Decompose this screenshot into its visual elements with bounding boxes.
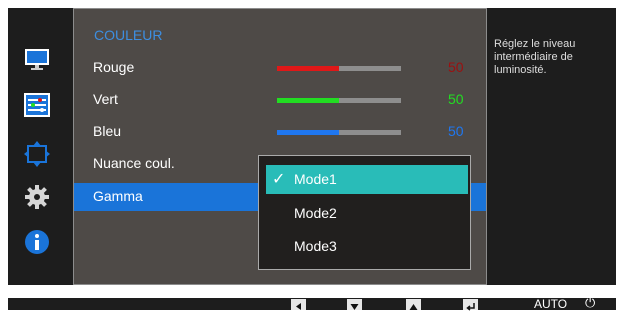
left-arrow-icon[interactable]	[291, 299, 306, 310]
power-icon[interactable]: ⏻	[585, 295, 595, 311]
monitor-icon[interactable]	[23, 46, 51, 74]
row-label: Nuance coul.	[93, 155, 175, 171]
row-label: Bleu	[93, 123, 122, 139]
information-icon[interactable]	[23, 228, 51, 256]
gamma-option-mode2[interactable]: Mode2	[266, 199, 468, 228]
blue-value: 50	[448, 123, 464, 139]
category-icon-column	[8, 8, 73, 285]
auto-button[interactable]: AUTO	[534, 297, 567, 311]
red-slider[interactable]	[277, 66, 401, 71]
gamma-option-mode3[interactable]: Mode3	[266, 232, 468, 261]
option-label: Mode1	[294, 171, 337, 187]
option-label: Mode2	[294, 205, 337, 221]
row-label: Rouge	[93, 59, 135, 75]
down-arrow-icon[interactable]	[347, 299, 362, 310]
red-slider-fill	[277, 66, 339, 71]
section-title: COULEUR	[94, 27, 163, 43]
green-slider[interactable]	[277, 98, 401, 103]
blue-slider[interactable]	[277, 130, 401, 135]
settings-gear-icon[interactable]	[23, 183, 51, 211]
button-guide-bar: AUTO ⏻	[8, 295, 616, 311]
red-value: 50	[448, 59, 464, 75]
enter-icon[interactable]	[463, 299, 478, 311]
option-label: Mode3	[294, 238, 337, 254]
checkmark-icon: ✓	[272, 171, 286, 188]
green-value: 50	[448, 91, 464, 107]
menu-row-red[interactable]: Rouge 50	[74, 54, 486, 82]
blue-slider-fill	[277, 130, 339, 135]
gamma-option-mode1[interactable]: ✓ Mode1	[266, 165, 468, 194]
help-panel: Réglez le niveau intermédiaire de lumino…	[489, 8, 616, 285]
osd-window: COULEUR Rouge 50 Vert 50 Bleu 50 Nuance …	[8, 8, 616, 285]
row-label: Vert	[93, 91, 118, 107]
help-text: Réglez le niveau intermédiaire de lumino…	[494, 38, 576, 76]
menu-row-blue[interactable]: Bleu 50	[74, 118, 486, 146]
row-label: Gamma	[93, 188, 143, 204]
gamma-dropdown[interactable]: ✓ Mode1 Mode2 Mode3	[258, 155, 471, 270]
up-arrow-icon[interactable]	[406, 299, 421, 310]
color-adjust-icon[interactable]	[23, 91, 51, 119]
green-slider-fill	[277, 98, 339, 103]
resize-icon[interactable]	[23, 140, 51, 168]
menu-row-green[interactable]: Vert 50	[74, 86, 486, 114]
color-menu-panel: COULEUR Rouge 50 Vert 50 Bleu 50 Nuance …	[73, 8, 487, 285]
